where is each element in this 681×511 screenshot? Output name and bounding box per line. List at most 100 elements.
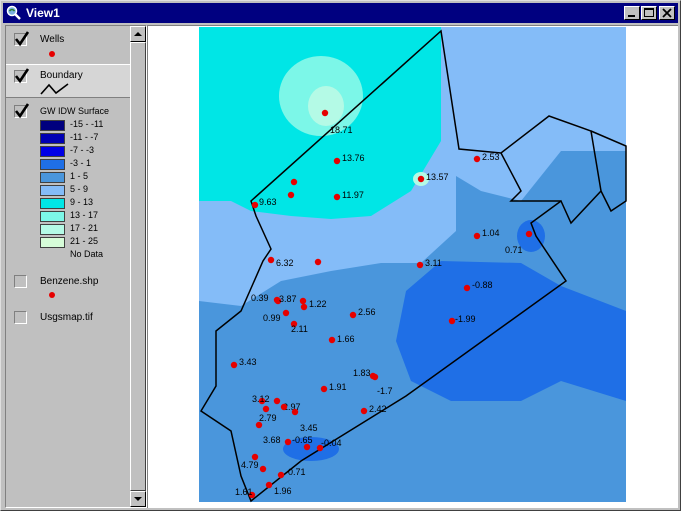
well-point[interactable] — [525, 230, 533, 238]
legend-label: No Data — [70, 249, 104, 259]
legend-label: 13 - 17 — [70, 210, 99, 220]
minimize-button[interactable] — [624, 6, 640, 20]
legend-swatch — [40, 211, 65, 222]
red-dot-symbol-icon — [49, 292, 55, 298]
well-point[interactable] — [303, 443, 311, 451]
layer-boundary[interactable]: Boundary — [6, 64, 130, 98]
well-label: 9.63 — [259, 197, 277, 207]
legend-class-0: -15 - -11 — [40, 119, 130, 132]
legend-class-7: 13 - 17 — [40, 210, 130, 223]
legend-class-4: 1 - 5 — [40, 171, 130, 184]
well-point[interactable] — [273, 397, 281, 405]
well-point[interactable] — [262, 405, 270, 413]
scroll-up-button[interactable] — [130, 26, 146, 42]
idw-surface — [199, 27, 626, 502]
legend-label: -15 - -11 — [70, 119, 104, 129]
well-point[interactable] — [473, 232, 481, 240]
well-point[interactable] — [316, 444, 324, 452]
well-point[interactable] — [280, 403, 288, 411]
legend-swatch — [40, 133, 65, 144]
well-label: -0.88 — [472, 280, 493, 290]
legend-swatch — [40, 237, 65, 248]
map-canvas[interactable]: 18.71 13.76 13.57 11.97 2.53 9.63 1.04 0.71 6.32… — [148, 26, 678, 508]
legend-class-2: -7 - -3 — [40, 145, 130, 158]
well-point[interactable] — [333, 193, 341, 201]
minimize-icon — [628, 15, 635, 17]
well-point[interactable] — [320, 385, 328, 393]
well-point[interactable] — [328, 336, 336, 344]
checkmark-icon — [14, 68, 30, 84]
well-point[interactable] — [349, 311, 357, 319]
layer-usgsmap[interactable]: Usgsmap.tif — [6, 306, 130, 328]
legend-class-8: 17 - 21 — [40, 223, 130, 236]
well-label: -0.65 — [292, 435, 313, 445]
well-point[interactable] — [259, 465, 267, 473]
well-point[interactable] — [473, 155, 481, 163]
well-label: 0.99 — [263, 313, 281, 323]
maximize-icon — [644, 8, 654, 17]
legend-class-6: 9 - 13 — [40, 197, 130, 210]
checkmark-icon — [14, 31, 30, 47]
scroll-thumb[interactable] — [130, 42, 146, 491]
well-point[interactable] — [300, 303, 308, 311]
well-point[interactable] — [333, 157, 341, 165]
layer-gw-idw-surface[interactable]: GW IDW Surface -15 - -11 -11 - -7 -7 - -… — [6, 100, 130, 270]
well-label: 0.71 — [288, 467, 306, 477]
table-of-contents: Wells Boundary GW IDW Surface -15 - -11 … — [5, 25, 147, 508]
well-point[interactable] — [267, 256, 275, 264]
well-point[interactable] — [371, 373, 379, 381]
layer-wells[interactable]: Wells — [6, 28, 130, 60]
layer-gw-idw-name: GW IDW Surface — [40, 106, 110, 116]
arrow-down-icon — [134, 497, 142, 501]
legend-swatch — [40, 198, 65, 209]
well-label: 1.04 — [482, 228, 500, 238]
well-point[interactable] — [290, 178, 298, 186]
well-point[interactable] — [277, 471, 285, 479]
well-point[interactable] — [416, 261, 424, 269]
legend-class-1: -11 - -7 — [40, 132, 130, 145]
layer-benzene[interactable]: Benzene.shp — [6, 270, 130, 302]
well-label: 3.87 — [279, 294, 297, 304]
title-bar[interactable]: View1 — [3, 3, 678, 23]
well-point[interactable] — [284, 438, 292, 446]
well-point[interactable] — [360, 407, 368, 415]
well-label: 2.79 — [259, 413, 277, 423]
layer-boundary-checkbox[interactable] — [14, 68, 30, 84]
well-point[interactable] — [265, 481, 273, 489]
layer-benzene-checkbox[interactable] — [14, 275, 27, 288]
legend-label: 9 - 13 — [70, 197, 94, 207]
window-title: View1 — [26, 6, 60, 20]
close-icon — [662, 8, 672, 18]
well-point[interactable] — [230, 361, 238, 369]
well-label: 1.91 — [329, 382, 347, 392]
well-point[interactable] — [282, 309, 290, 317]
well-label: 2.56 — [358, 307, 376, 317]
well-point[interactable] — [287, 191, 295, 199]
toc-scrollbar[interactable] — [130, 26, 146, 507]
well-point[interactable] — [321, 109, 329, 117]
layer-usgsmap-checkbox[interactable] — [14, 311, 27, 324]
well-label: 2.53 — [482, 152, 500, 162]
view-window: View1 Wells Boundary GW IDW Surface -15 … — [0, 0, 681, 511]
maximize-button[interactable] — [641, 6, 657, 20]
legend-label: 5 - 9 — [70, 184, 89, 194]
map-display[interactable]: 18.71 13.76 13.57 11.97 2.53 9.63 1.04 0.71 6.32… — [147, 25, 678, 508]
well-label: 13.57 — [426, 172, 449, 182]
well-point[interactable] — [251, 201, 259, 209]
red-dot-symbol-icon — [49, 51, 55, 57]
layer-gw-idw-checkbox[interactable] — [14, 103, 30, 119]
well-label: -1.99 — [455, 314, 476, 324]
well-point[interactable] — [291, 408, 299, 416]
well-point[interactable] — [255, 421, 263, 429]
scroll-down-button[interactable] — [130, 491, 146, 507]
well-label: 2.42 — [369, 404, 387, 414]
well-point[interactable] — [417, 175, 425, 183]
well-point[interactable] — [463, 284, 471, 292]
well-label: 1.22 — [309, 299, 327, 309]
well-label: 3.12 — [252, 394, 270, 404]
legend-swatch — [40, 172, 65, 183]
close-button[interactable] — [659, 6, 675, 20]
well-point[interactable] — [299, 297, 307, 305]
well-point[interactable] — [314, 258, 322, 266]
layer-wells-checkbox[interactable] — [14, 31, 30, 47]
